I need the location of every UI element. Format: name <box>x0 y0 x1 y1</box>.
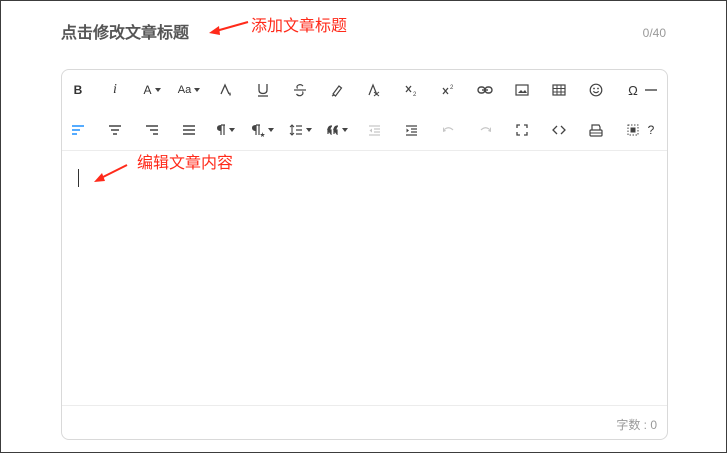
font-size-dropdown[interactable]: Aa <box>173 78 205 102</box>
bold-button[interactable]: B <box>62 78 94 102</box>
horizontal-rule-icon <box>645 89 657 91</box>
rich-text-editor: B i A Aa 2 2 Ω ? 字数: 0 <box>61 69 668 440</box>
font-color-dropdown[interactable]: A <box>136 78 168 102</box>
editor-content-area[interactable] <box>62 152 667 406</box>
help-button[interactable]: ? <box>635 118 667 142</box>
quote-icon <box>326 125 338 135</box>
outdent-button[interactable] <box>358 118 390 142</box>
smiley-icon <box>589 83 603 97</box>
justify-button[interactable] <box>173 118 205 142</box>
pilcrow-icon <box>217 124 225 135</box>
help-icon: ? <box>647 123 655 137</box>
annotation-arrow-icon <box>209 21 249 35</box>
line-height-icon <box>289 124 302 136</box>
page-frame: 0/40 添加文章标题 B i A Aa <box>0 0 727 453</box>
pilcrow-star-icon <box>252 123 265 137</box>
print-button[interactable] <box>580 118 612 142</box>
annotation-title-hint: 添加文章标题 <box>251 16 348 35</box>
paragraph-dropdown[interactable] <box>210 118 242 142</box>
font-color-icon: A <box>143 83 152 97</box>
subscript-icon: 2 <box>405 85 417 97</box>
highlighter-button[interactable] <box>321 78 353 102</box>
superscript-button[interactable]: 2 <box>432 78 464 102</box>
undo-button[interactable] <box>432 118 464 142</box>
superscript-icon: 2 <box>442 85 454 95</box>
chevron-down-icon <box>305 128 312 132</box>
quote-dropdown[interactable] <box>321 118 353 142</box>
undo-icon <box>442 127 453 132</box>
fullscreen-icon <box>516 124 528 136</box>
title-char-counter: 0/40 <box>642 26 666 40</box>
chevron-down-icon <box>154 88 161 92</box>
insert-image-button[interactable] <box>506 78 538 102</box>
underline-icon <box>258 84 268 97</box>
image-icon <box>515 84 529 96</box>
align-center-icon <box>109 125 121 135</box>
align-center-button[interactable] <box>99 118 131 142</box>
italic-button[interactable]: i <box>99 78 131 102</box>
align-right-icon <box>146 125 158 135</box>
link-icon <box>477 86 493 94</box>
align-left-icon <box>72 125 84 135</box>
annotation-content-hint: 编辑文章内容 <box>137 153 234 172</box>
background-color-button[interactable] <box>210 78 242 102</box>
align-left-button[interactable] <box>62 118 94 142</box>
fill-drip-icon <box>220 83 231 96</box>
indent-button[interactable] <box>395 118 427 142</box>
chevron-down-icon <box>194 88 201 92</box>
table-icon <box>552 84 566 96</box>
subscript-button[interactable]: 2 <box>395 78 427 102</box>
insert-table-button[interactable] <box>543 78 575 102</box>
chevron-down-icon <box>229 128 235 132</box>
clear-format-icon <box>368 83 380 97</box>
strikethrough-button[interactable] <box>284 78 316 102</box>
insert-emoji-button[interactable] <box>580 78 612 102</box>
text-cursor <box>78 169 79 187</box>
toolbar-row-2: ? <box>62 110 667 151</box>
underline-button[interactable] <box>247 78 279 102</box>
align-justify-icon <box>183 125 195 135</box>
redo-icon <box>480 127 491 132</box>
italic-icon: i <box>113 82 117 97</box>
paragraph-style-dropdown[interactable] <box>247 118 279 142</box>
highlighter-icon <box>331 85 343 97</box>
word-count: 字数 : 0 <box>616 418 657 432</box>
clear-format-button[interactable] <box>358 78 390 102</box>
code-icon <box>552 125 566 135</box>
svg-text:2: 2 <box>450 85 454 91</box>
horizontal-rule-button[interactable] <box>635 78 667 102</box>
toolbar-row-1: B i A Aa 2 2 Ω <box>62 70 667 110</box>
font-size-icon: Aa <box>177 84 192 96</box>
indent-icon <box>405 124 417 136</box>
print-icon <box>589 123 603 137</box>
editor-footer: 字数 : 0 <box>62 405 667 439</box>
line-height-dropdown[interactable] <box>284 118 316 142</box>
strikethrough-icon <box>294 84 306 97</box>
chevron-down-icon <box>341 128 348 132</box>
annotation-arrow-icon <box>94 164 128 182</box>
bold-icon: B <box>73 83 83 97</box>
insert-link-button[interactable] <box>469 78 501 102</box>
align-right-button[interactable] <box>136 118 168 142</box>
redo-button[interactable] <box>469 118 501 142</box>
chevron-down-icon <box>268 128 274 132</box>
source-code-button[interactable] <box>543 118 575 142</box>
fullscreen-button[interactable] <box>506 118 538 142</box>
svg-text:2: 2 <box>413 92 417 97</box>
outdent-icon <box>368 124 380 136</box>
